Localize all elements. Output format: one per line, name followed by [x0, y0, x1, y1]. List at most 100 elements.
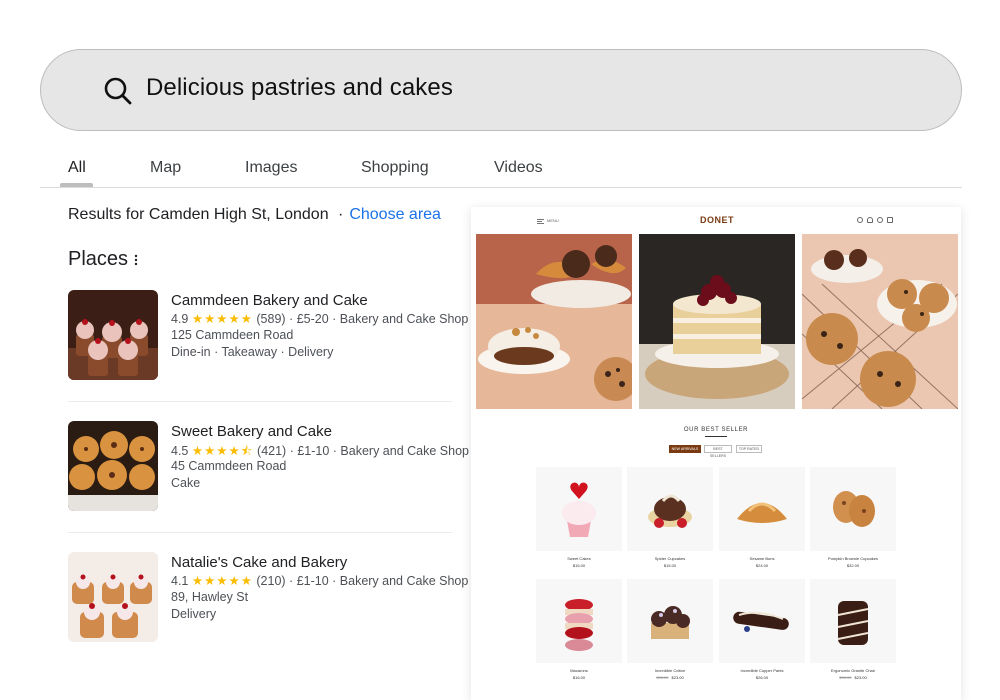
product-card[interactable] [719, 579, 805, 663]
filter-new-arrivals[interactable]: NEW ARRIVALS [669, 445, 701, 453]
places-heading: Places [68, 248, 129, 270]
search-query[interactable]: Delicious pastries and cakes [146, 74, 453, 102]
choose-area-label[interactable]: Choose area [349, 206, 441, 223]
product-image [837, 601, 869, 645]
product-card[interactable] [810, 467, 896, 551]
product-price: $15.00 [663, 563, 677, 568]
site-nav: MENU DONET [471, 207, 961, 234]
product-card[interactable] [536, 579, 622, 663]
product-name[interactable]: Sesame Buns [719, 556, 805, 561]
user-icon[interactable] [867, 217, 873, 223]
review-count: (421) [257, 444, 287, 458]
site-logo[interactable]: DONET [700, 215, 734, 225]
rating-value: 4.1 [171, 574, 189, 588]
review-count: (210) [256, 574, 286, 588]
active-tab-indicator [60, 183, 93, 187]
place-thumbnail[interactable] [68, 552, 158, 642]
tab-images[interactable]: Images [245, 159, 297, 177]
rating-value: 4.9 [171, 312, 189, 326]
star-rating: ★★★★★ [191, 312, 253, 326]
place-rating-line: 4.9 ★★★★★ (589) · £5-20 · Bakery and Cak… [171, 312, 469, 326]
product-name[interactable]: Macarons [536, 668, 622, 673]
current-price: $23.00 [854, 675, 867, 680]
product-name[interactable]: Spider Cupcakes [627, 556, 713, 561]
product-name[interactable]: Incredible Cotton [627, 668, 713, 673]
filter-best-sellers[interactable]: BEST SELLERS [704, 445, 732, 458]
place-name[interactable]: Natalie's Cake and Bakery [171, 554, 347, 571]
old-price: $35.00 [656, 675, 669, 680]
price-range: £5-20 [296, 312, 329, 326]
search-icon[interactable] [857, 217, 863, 223]
product-price: $15.00 [572, 563, 586, 568]
star-rating: ★★★★★ [191, 574, 253, 588]
hero-image-cake [639, 234, 795, 409]
product-price: $16.00 [572, 675, 586, 680]
product-price: $26.00 [755, 675, 769, 680]
place-card[interactable]: Natalie's Cake and Bakery 4.1 ★★★★★ (210… [68, 552, 468, 662]
product-price: $32.00 [846, 563, 860, 568]
place-address: 45 Cammdeen Road [171, 459, 287, 473]
place-address: 89, Hawley St [171, 590, 249, 604]
product-card[interactable] [627, 467, 713, 551]
product-image [565, 599, 593, 651]
product-card[interactable] [719, 467, 805, 551]
hero-image-cookies [802, 234, 958, 409]
price-range: £1-10 [297, 444, 330, 458]
product-image [733, 611, 789, 632]
product-image [833, 491, 875, 527]
star-rating: ★★★★⯪ [191, 444, 254, 458]
choose-area-link[interactable]: · Choose area [338, 206, 441, 224]
results-location: Results for Camden High St, London [68, 206, 329, 223]
product-image [562, 482, 596, 537]
place-category: Bakery and Cake Shop [339, 312, 469, 326]
product-card[interactable] [810, 579, 896, 663]
place-rating-line: 4.1 ★★★★★ (210) · £1-10 · Bakery and Cak… [171, 574, 469, 588]
filter-top-rated[interactable]: TOP RATED [736, 445, 762, 453]
tab-shopping[interactable]: Shopping [361, 159, 429, 177]
tab-all[interactable]: All [68, 159, 86, 177]
product-name[interactable]: Sweet Cakes [536, 556, 622, 561]
product-name[interactable]: Incredible Copper Pants [719, 668, 805, 673]
product-image [648, 494, 692, 528]
product-name[interactable]: Pumpkin Brownie Cupcakes [810, 556, 896, 561]
menu-icon[interactable] [537, 219, 544, 224]
heading-rule [705, 436, 727, 437]
tab-map[interactable]: Map [150, 159, 181, 177]
product-name[interactable]: Ergonomic Granite Chair [810, 668, 896, 673]
place-card[interactable]: Sweet Bakery and Cake 4.5 ★★★★⯪ (421) · … [68, 421, 469, 531]
product-price: $24.00 [755, 563, 769, 568]
place-thumbnail[interactable] [68, 290, 158, 380]
place-services: Dine-in · Takeaway · Delivery [171, 345, 334, 359]
place-category: Bakery and Cake Shop [339, 574, 469, 588]
cart-icon[interactable] [887, 217, 893, 223]
place-name[interactable]: Sweet Bakery and Cake [171, 423, 332, 440]
more-options-icon[interactable] [134, 254, 138, 266]
search-bar[interactable]: Delicious pastries and cakes [40, 49, 962, 131]
tab-bar: All Map Images Shopping Videos [40, 148, 962, 188]
place-services: Cake [171, 476, 201, 490]
place-card[interactable]: Cammdeen Bakery and Cake 4.9 ★★★★★ (589)… [68, 290, 468, 400]
place-category: Bakery and Cake Shop [340, 444, 469, 458]
search-icon[interactable] [103, 76, 133, 106]
current-price: $23.00 [671, 675, 684, 680]
product-card[interactable] [536, 467, 622, 551]
review-count: (589) [256, 312, 286, 326]
menu-label[interactable]: MENU [547, 218, 559, 223]
place-thumbnail[interactable] [68, 421, 158, 511]
product-image [737, 502, 787, 523]
site-nav-icons [857, 217, 893, 225]
product-price: $35.00 $23.00 [810, 675, 896, 680]
place-services: Delivery [171, 607, 217, 621]
place-name[interactable]: Cammdeen Bakery and Cake [171, 292, 368, 309]
website-preview[interactable]: MENU DONET OUR BEST SELLER NEW ARRIVALS … [471, 207, 961, 700]
divider [68, 401, 452, 402]
divider [68, 532, 452, 533]
hero-image-pastries [476, 234, 632, 409]
price-range: £1-10 [296, 574, 329, 588]
heart-icon[interactable] [877, 217, 883, 223]
product-card[interactable] [627, 579, 713, 663]
tab-videos[interactable]: Videos [494, 159, 543, 177]
place-address: 125 Cammdeen Road [171, 328, 294, 342]
old-price: $35.00 [839, 675, 852, 680]
product-image [651, 606, 690, 639]
